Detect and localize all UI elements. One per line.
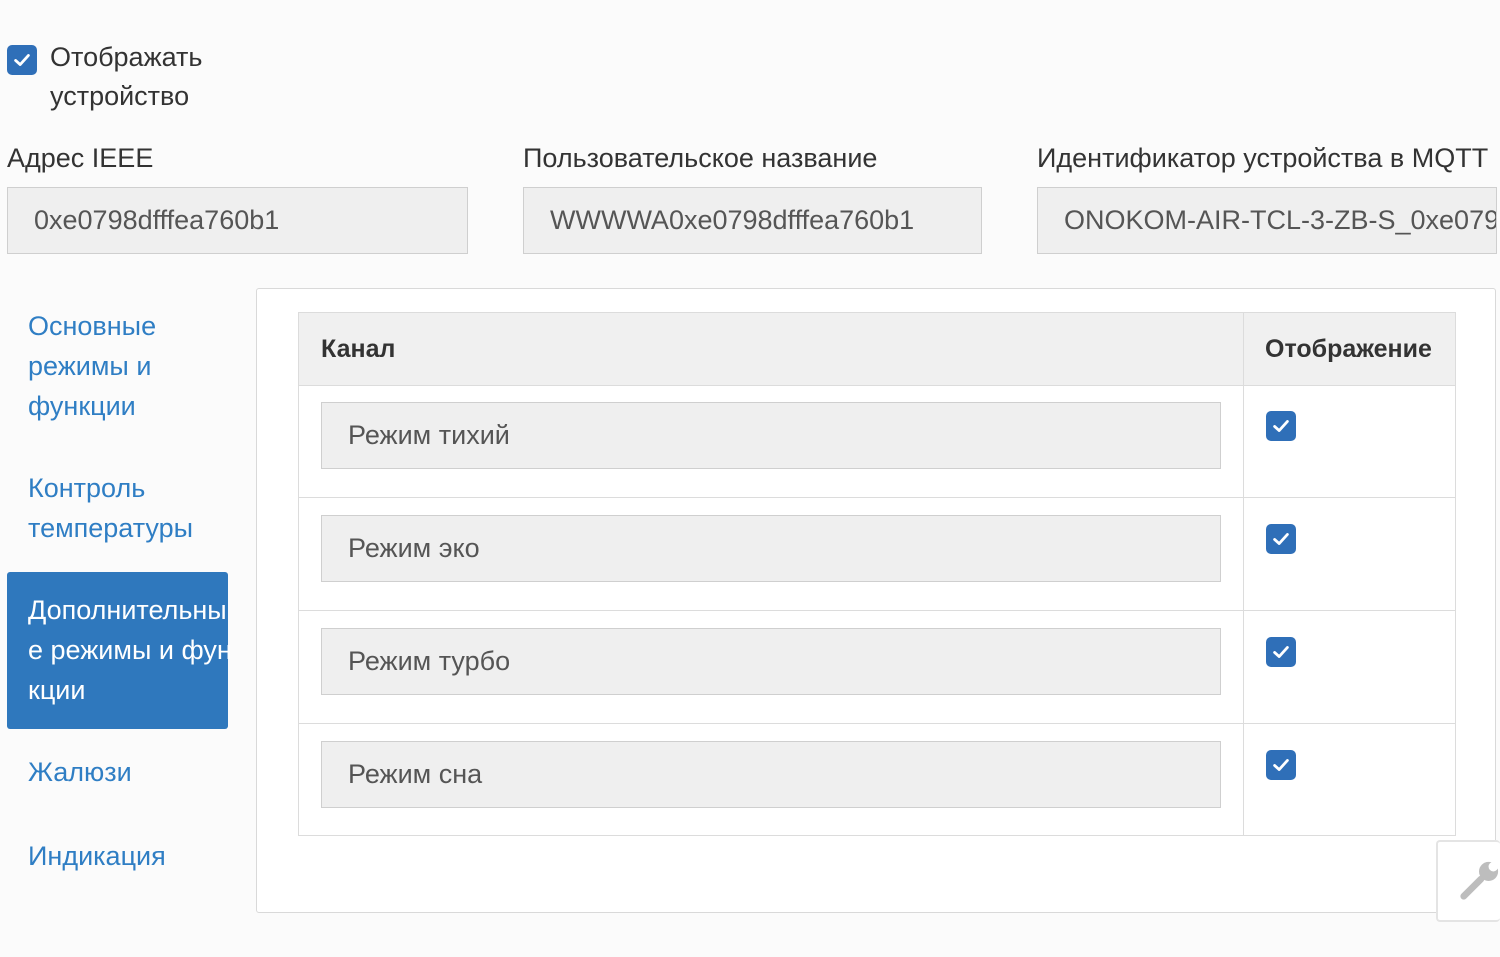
nav-item-label: Жалюзи: [28, 757, 132, 787]
device-settings-page: Отображать устройство Адрес IEEE 0xe0798…: [0, 0, 1500, 957]
nav-item-indication[interactable]: Индикация: [7, 836, 228, 876]
channel-name-field[interactable]: Режим эко: [321, 515, 1221, 582]
ieee-field[interactable]: 0xe0798dfffea760b1: [7, 187, 468, 254]
channels-panel: Канал Отображение Режим тихий Режим эко …: [256, 288, 1496, 913]
table-row: Режим эко: [299, 498, 1455, 611]
show-device-label: Отображать устройство: [50, 42, 203, 111]
table-row: Режим сна: [299, 724, 1455, 837]
show-device-checkbox[interactable]: [7, 45, 37, 75]
channel-name-field[interactable]: Режим турбо: [321, 628, 1221, 695]
display-checkbox[interactable]: [1266, 524, 1296, 554]
nav-item-label: Индикация: [28, 841, 166, 871]
wrench-icon: [1460, 861, 1499, 900]
check-icon: [1273, 420, 1289, 432]
display-checkbox[interactable]: [1266, 750, 1296, 780]
channel-name-field[interactable]: Режим сна: [321, 741, 1221, 808]
ieee-label: Адрес IEEE: [7, 143, 154, 173]
check-icon: [1273, 646, 1289, 658]
table-row: Режим турбо: [299, 611, 1455, 724]
table-header: Канал Отображение: [299, 313, 1455, 386]
column-header-display: Отображение: [1265, 334, 1432, 363]
mqtt-id-label: Идентификатор устройства в MQTT: [1037, 143, 1489, 173]
settings-tool-button[interactable]: [1436, 840, 1500, 922]
column-header-channel: Канал: [321, 334, 396, 363]
nav-item-additional-modes[interactable]: Дополнительные режимы и функции: [7, 572, 232, 729]
check-icon: [1273, 759, 1289, 771]
display-checkbox[interactable]: [1266, 637, 1296, 667]
mqtt-id-field[interactable]: ONOKOM-AIR-TCL-3-ZB-S_0xe0798dfffea760b1: [1037, 187, 1497, 254]
channel-name-field[interactable]: Режим тихий: [321, 402, 1221, 469]
display-checkbox[interactable]: [1266, 411, 1296, 441]
check-icon: [1273, 533, 1289, 545]
nav-item-label: Основные режимы и функции: [28, 311, 157, 421]
nav-item-temperature-control[interactable]: Контроль температуры: [7, 468, 228, 548]
nav-item-label: Дополнительные режимы и функции: [28, 595, 232, 705]
nav-item-blinds[interactable]: Жалюзи: [7, 752, 228, 792]
custom-name-field[interactable]: WWWWA0xe0798dfffea760b1: [523, 187, 982, 254]
table-row: Режим тихий: [299, 385, 1455, 498]
channels-table: Канал Отображение Режим тихий Режим эко …: [298, 312, 1456, 836]
nav-item-basic-modes[interactable]: Основные режимы и функции: [7, 306, 228, 426]
custom-name-label: Пользовательское название: [523, 143, 878, 173]
nav-item-label: Контроль температуры: [28, 473, 194, 543]
check-icon: [14, 54, 30, 66]
